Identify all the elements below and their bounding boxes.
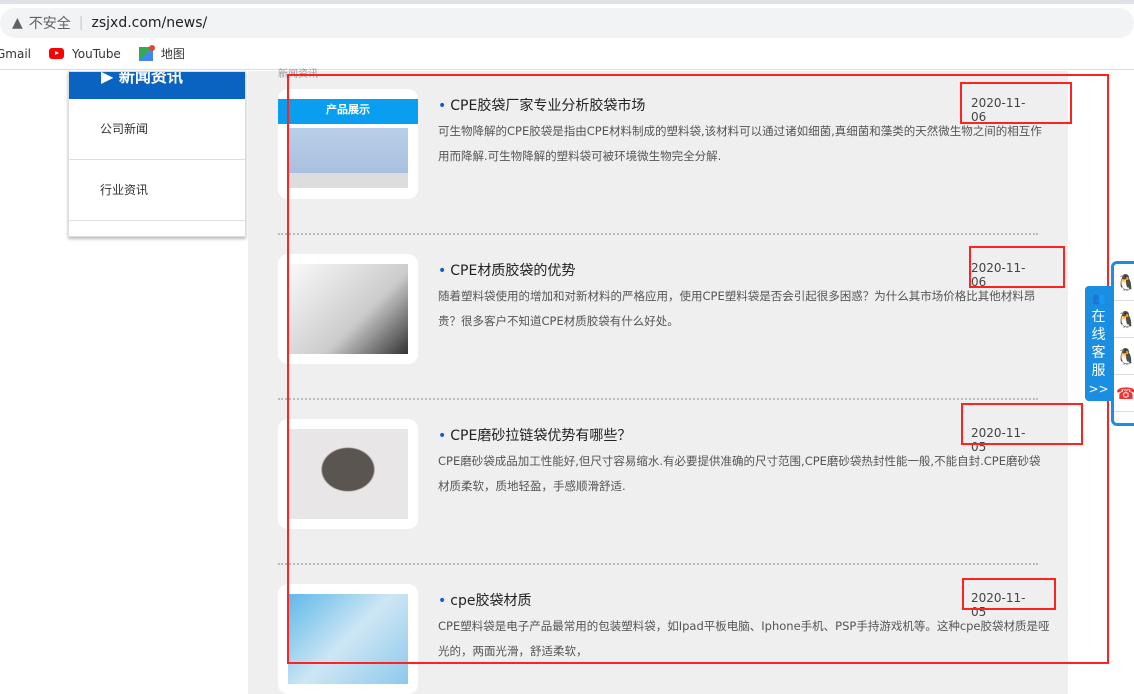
expand-icon: >> bbox=[1088, 382, 1109, 396]
bookmark-gmail[interactable]: Gmail bbox=[0, 47, 31, 61]
sidebar-title-text: 新闻资讯 bbox=[118, 72, 183, 86]
product-image: 产品展示 bbox=[278, 99, 418, 189]
online-service-tab[interactable]: 👥 在线客服 >> bbox=[1085, 286, 1112, 401]
news-list: 新闻资讯 产品展示 • CPE胶袋厂家专业分析胶袋市场 2020-11-06 可生… bbox=[248, 69, 1068, 694]
news-title[interactable]: • CPE磨砂拉链袋优势有哪些？ bbox=[438, 425, 631, 445]
news-thumbnail[interactable] bbox=[278, 584, 418, 694]
qq-icon[interactable]: 🐧 bbox=[1114, 301, 1134, 338]
security-label: 不安全 bbox=[28, 16, 71, 32]
news-desc: CPE磨砂袋成品加工性能好,但尺寸容易缩水.有必要提供准确的尺寸范围,CPE磨砂… bbox=[438, 454, 1041, 493]
news-desc: CPE塑料袋是电子产品最常用的包装塑料袋，如Ipad平板电脑、Iphone手机、… bbox=[438, 619, 1050, 658]
bookmark-label: Gmail bbox=[0, 46, 32, 61]
news-desc: 随着塑料袋使用的增加和对新材料的严格应用，使用CPE塑料袋是否会引起很多困惑？为… bbox=[438, 289, 1036, 328]
news-desc: 可生物降解的CPE胶袋是指由CPE材料制成的塑料袋,该材料可以通过诸如细菌,真细… bbox=[438, 124, 1042, 163]
phone-icon[interactable]: ☎ bbox=[1114, 375, 1134, 412]
bookmark-maps[interactable]: 地图 bbox=[138, 44, 185, 62]
news-title[interactable]: • CPE材质胶袋的优势 bbox=[438, 260, 575, 280]
users-icon: 👥 bbox=[1092, 292, 1106, 305]
news-thumbnail[interactable] bbox=[278, 254, 418, 364]
service-panel: 🐧 🐧 🐧 ☎ bbox=[1111, 261, 1134, 426]
address-bar[interactable]: ▲ 不安全 | zsjxd.com/news/ bbox=[0, 8, 1134, 38]
breadcrumb: 新闻资讯 bbox=[278, 69, 318, 80]
bookmark-label: YouTube bbox=[72, 46, 121, 61]
news-title[interactable]: • CPE胶袋厂家专业分析胶袋市场 bbox=[438, 95, 645, 115]
browser-toolbar: ▲ 不安全 | zsjxd.com/news/ bbox=[0, 0, 1134, 38]
product-image bbox=[288, 429, 408, 519]
warning-icon: ▲ bbox=[12, 15, 23, 31]
divider bbox=[278, 563, 1038, 565]
news-thumbnail[interactable]: 产品展示 bbox=[278, 89, 418, 199]
youtube-icon bbox=[49, 48, 65, 59]
news-item[interactable]: • cpe胶袋材质 2020-11-05 CPE塑料袋是电子产品最常用的包装塑料袋… bbox=[278, 584, 1050, 694]
sidebar: ▶ 新闻资讯 公司新闻 行业资讯 bbox=[68, 71, 246, 237]
sidebar-item-company-news[interactable]: 公司新闻 bbox=[69, 99, 245, 160]
bookmarks-bar: Gmail YouTube 地图 bbox=[0, 38, 1134, 70]
divider bbox=[278, 398, 1038, 400]
service-label: 在线客服 bbox=[1091, 309, 1106, 379]
news-thumbnail[interactable] bbox=[278, 419, 418, 529]
play-icon: ▶ bbox=[101, 72, 119, 86]
sidebar-title: ▶ 新闻资讯 bbox=[69, 72, 245, 99]
url-text[interactable]: zsjxd.com/news/ bbox=[92, 15, 208, 31]
news-item[interactable]: • CPE材质胶袋的优势 2020-11-06 随着塑料袋使用的增加和对新材料的严… bbox=[278, 254, 1038, 364]
separator: | bbox=[78, 15, 84, 31]
maps-icon bbox=[138, 44, 155, 61]
qq-icon[interactable]: 🐧 bbox=[1114, 264, 1134, 301]
sidebar-item-industry-news[interactable]: 行业资讯 bbox=[69, 160, 245, 221]
thumb-banner: 产品展示 bbox=[278, 99, 418, 124]
divider bbox=[278, 233, 1038, 235]
qq-icon[interactable]: 🐧 bbox=[1114, 338, 1134, 375]
bookmark-youtube[interactable]: YouTube bbox=[49, 47, 121, 61]
product-image bbox=[288, 594, 408, 684]
product-image bbox=[288, 264, 408, 354]
news-item[interactable]: 产品展示 • CPE胶袋厂家专业分析胶袋市场 2020-11-06 可生物降解的C… bbox=[278, 89, 1042, 199]
news-title[interactable]: • cpe胶袋材质 bbox=[438, 590, 531, 610]
news-item[interactable]: • CPE磨砂拉链袋优势有哪些？ 2020-11-05 CPE磨砂袋成品加工性能好… bbox=[278, 419, 1040, 529]
bookmark-label: 地图 bbox=[160, 47, 185, 61]
